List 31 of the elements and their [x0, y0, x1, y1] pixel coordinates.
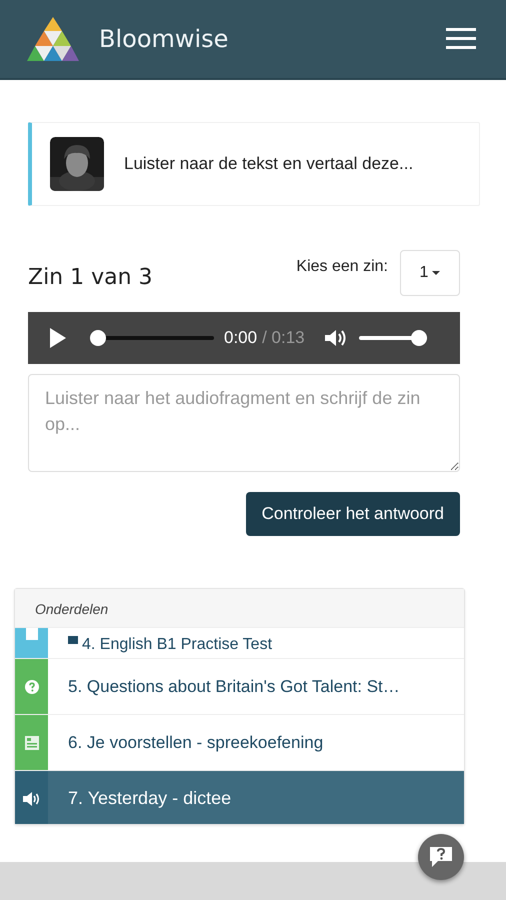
caret-icon — [432, 271, 440, 275]
square-icon — [68, 636, 78, 644]
speaker-icon — [22, 792, 40, 806]
seek-slider[interactable] — [90, 330, 214, 346]
part-title: 4. English B1 Practise Test — [48, 636, 464, 658]
part-title: 6. Je voorstellen - spreekoefening — [67, 732, 324, 754]
panel-heading: Onderdelen — [35, 601, 108, 617]
sentence-dropdown[interactable]: 1 — [400, 250, 460, 296]
help-chat-icon — [429, 846, 453, 868]
sentence-heading: Zin 1 van 3 — [28, 264, 154, 290]
part-item[interactable]: 4. English B1 Practise Test — [15, 628, 464, 658]
picker-label: Kies een zin: — [296, 258, 388, 276]
check-answer-button[interactable]: Controleer het antwoord — [246, 492, 460, 536]
form-icon — [24, 736, 38, 750]
part-item[interactable]: 7. Yesterday - dictee — [15, 770, 464, 824]
duration-time: / 0:13 — [262, 328, 305, 348]
menu-icon — [446, 28, 476, 50]
instruction-text: Luister naar de tekst en vertaal deze... — [124, 154, 414, 174]
speaker-icon[interactable] — [324, 329, 347, 347]
play-icon[interactable] — [50, 328, 66, 348]
brand-name: Bloomwise — [99, 25, 228, 53]
part-title: 5. Questions about Britain's Got Talent: St… — [67, 676, 401, 698]
logo-icon — [27, 17, 79, 61]
help-button[interactable] — [418, 834, 464, 880]
answer-field[interactable]: Luister naar het audiofragment en schrijf de zin op... — [28, 374, 460, 472]
current-time: 0:00 — [224, 328, 258, 348]
part-item[interactable]: 6. Je voorstellen - spreekoefening — [15, 714, 464, 770]
part-item[interactable]: 5. Questions about Britain's Got Talent: St… — [15, 658, 464, 714]
question-icon — [24, 680, 38, 694]
part-title: 7. Yesterday - dictee — [67, 787, 232, 810]
volume-slider[interactable] — [358, 330, 427, 346]
